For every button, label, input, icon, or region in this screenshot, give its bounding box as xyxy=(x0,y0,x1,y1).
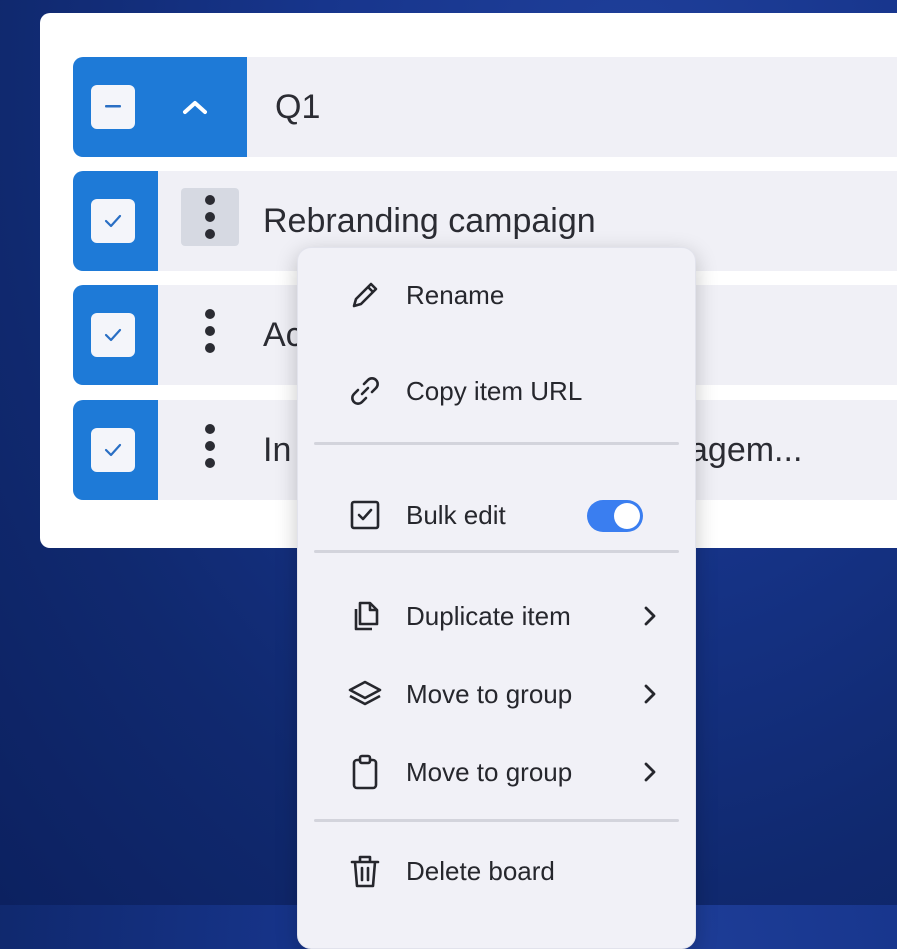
check-icon xyxy=(104,328,122,342)
menu-divider xyxy=(314,550,679,553)
check-icon xyxy=(104,214,122,228)
toggle-knob xyxy=(614,503,640,529)
chevron-right-icon xyxy=(638,760,662,784)
bulk-edit-toggle[interactable] xyxy=(587,500,643,532)
chevron-up-icon xyxy=(183,101,207,114)
link-icon xyxy=(346,375,384,407)
menu-label: Move to group xyxy=(406,756,573,787)
item-name[interactable]: In xyxy=(263,400,291,500)
duplicate-icon xyxy=(346,600,384,632)
group-header-q1[interactable]: Q1 xyxy=(73,57,897,157)
check-icon xyxy=(104,443,122,457)
more-vertical-icon xyxy=(205,424,215,468)
item-name-overflow: agem... xyxy=(689,430,803,469)
collapse-group-button[interactable] xyxy=(173,85,217,129)
item-context-menu: Rename Copy item URL Bulk edit Duplicate… xyxy=(297,247,696,949)
item-checkbox[interactable] xyxy=(91,313,135,357)
menu-item-copy-url[interactable]: Copy item URL xyxy=(298,361,695,421)
group-title: Q1 xyxy=(275,87,321,126)
item-options-button[interactable] xyxy=(181,417,239,475)
menu-label: Duplicate item xyxy=(406,600,571,631)
item-checkbox[interactable] xyxy=(91,428,135,472)
more-vertical-icon xyxy=(205,309,215,353)
menu-label: Copy item URL xyxy=(406,375,583,406)
minus-icon xyxy=(105,105,121,108)
pencil-icon xyxy=(346,279,384,311)
layers-icon xyxy=(346,678,384,710)
menu-item-move-to-group[interactable]: Move to group xyxy=(298,664,695,724)
clipboard-icon xyxy=(346,754,384,790)
menu-item-move-to-group-2[interactable]: Move to group xyxy=(298,742,695,802)
item-options-button[interactable] xyxy=(181,188,239,246)
item-checkbox[interactable] xyxy=(91,199,135,243)
menu-item-delete-board[interactable]: Delete board xyxy=(298,841,695,901)
menu-label: Move to group xyxy=(406,678,573,709)
item-options-button[interactable] xyxy=(181,302,239,360)
menu-label: Bulk edit xyxy=(406,499,506,530)
chevron-right-icon xyxy=(638,682,662,706)
menu-divider xyxy=(314,442,679,445)
trash-icon xyxy=(346,855,384,888)
group-select-checkbox[interactable] xyxy=(91,85,135,129)
menu-item-bulk-edit[interactable]: Bulk edit xyxy=(298,485,695,545)
menu-divider xyxy=(314,819,679,822)
menu-item-duplicate[interactable]: Duplicate item xyxy=(298,586,695,646)
menu-label: Rename xyxy=(406,279,505,310)
chevron-right-icon xyxy=(638,604,662,628)
menu-label: Delete board xyxy=(406,855,555,886)
more-vertical-icon xyxy=(205,195,215,239)
checkbox-icon xyxy=(346,499,384,531)
menu-item-rename[interactable]: Rename xyxy=(298,265,695,325)
